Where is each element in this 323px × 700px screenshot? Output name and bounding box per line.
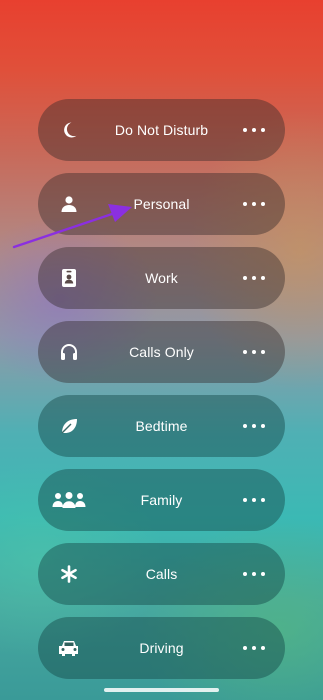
home-indicator [104, 688, 219, 692]
annotation-arrow [12, 204, 132, 249]
